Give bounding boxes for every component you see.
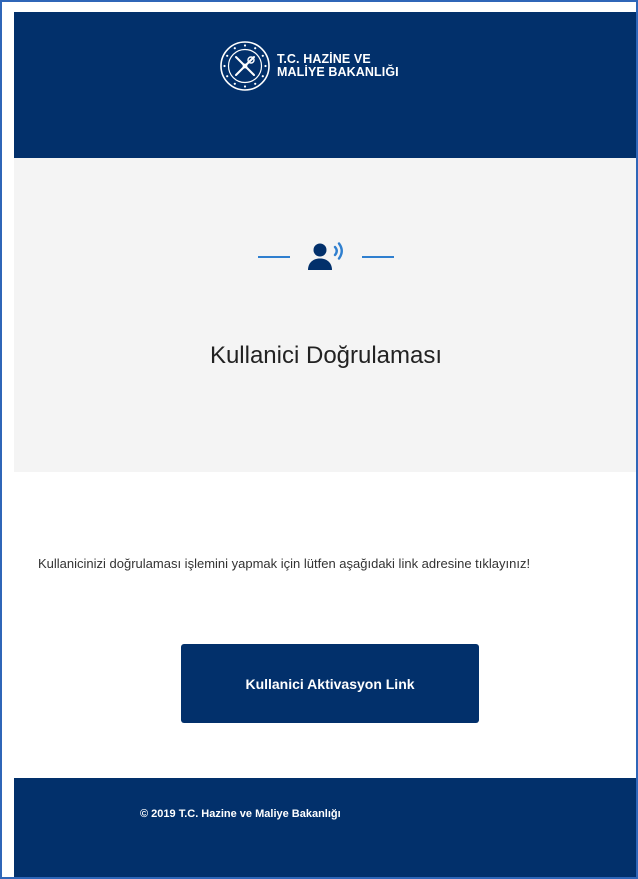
ministry-logo: T.C. HAZİNE VE MALİYE BAKANLIĞI [219,40,399,92]
activation-link-button[interactable]: Kullanici Aktivasyon Link [181,644,479,723]
email-frame: T.C. HAZİNE VE MALİYE BAKANLIĞI Kullanic… [0,0,638,879]
hero-icon-row [14,242,636,272]
copyright-text: © 2019 T.C. Hazine ve Maliye Bakanlığı [140,808,341,820]
right-divider-line [362,256,394,258]
user-voice-icon [308,242,343,270]
page-title: Kullanici Doğrulaması [209,342,443,369]
logo-text: T.C. HAZİNE VE MALİYE BAKANLIĞI [277,53,399,79]
logo-line2: MALİYE BAKANLIĞI [277,65,399,79]
hero-section: Kullanici Doğrulaması [14,158,636,472]
email-body: Kullanicinizi doğrulaması işlemini yapma… [14,472,636,778]
email-header: T.C. HAZİNE VE MALİYE BAKANLIĞI [14,12,636,158]
email-footer: © 2019 T.C. Hazine ve Maliye Bakanlığı [14,778,636,877]
ministry-seal-icon [220,41,270,91]
left-divider-line [258,256,290,258]
verification-message: Kullanicinizi doğrulaması işlemini yapma… [38,556,531,571]
